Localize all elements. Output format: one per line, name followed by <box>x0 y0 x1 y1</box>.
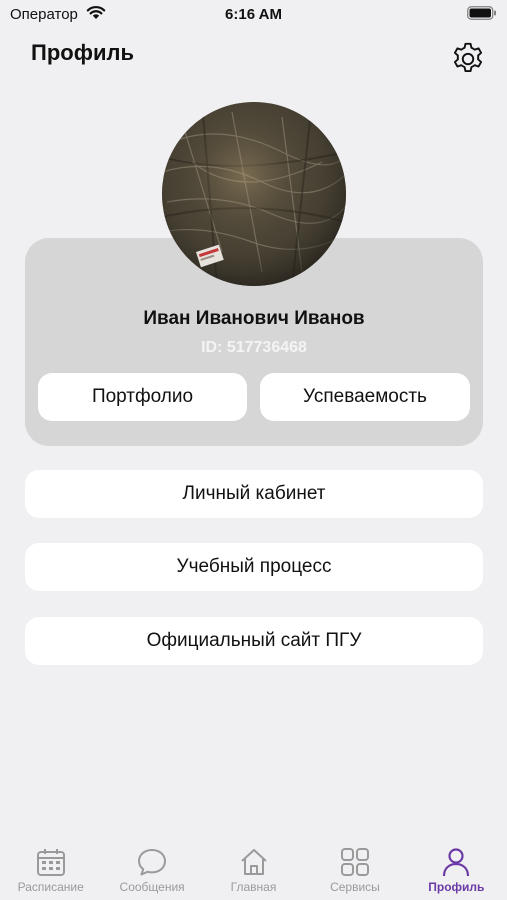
study-process-button[interactable]: Учебный процесс <box>25 543 483 591</box>
official-site-button[interactable]: Официальный сайт ПГУ <box>25 617 483 665</box>
portfolio-button[interactable]: Портфолио <box>38 373 247 421</box>
tab-label: Сервисы <box>330 880 380 894</box>
status-bar: Оператор 6:16 AM <box>0 0 507 30</box>
tab-label: Профиль <box>428 880 485 894</box>
calendar-icon <box>36 849 65 876</box>
chat-bubble-icon <box>138 849 167 876</box>
clock: 6:16 AM <box>225 6 282 23</box>
personal-account-button[interactable]: Личный кабинет <box>25 470 483 518</box>
avatar-photo <box>162 102 346 286</box>
tab-profile[interactable]: Профиль <box>406 840 507 900</box>
person-icon <box>443 848 470 877</box>
tab-messages[interactable]: Сообщения <box>101 840 202 900</box>
tab-services[interactable]: Сервисы <box>304 840 405 900</box>
battery-icon <box>467 6 496 20</box>
tab-label: Главная <box>230 880 277 894</box>
tab-label: Сообщения <box>119 880 185 894</box>
profile-screen: Оператор 6:16 AM Профиль Иван Иванович И… <box>0 0 507 900</box>
tab-label: Расписание <box>17 880 84 894</box>
gear-icon[interactable] <box>449 40 487 78</box>
services-grid-icon <box>340 848 369 876</box>
tab-home[interactable]: Главная <box>203 840 304 900</box>
tab-schedule[interactable]: Расписание <box>0 840 101 900</box>
performance-button[interactable]: Успеваемость <box>260 373 470 421</box>
tab-bar: Расписание Сообщения Главная Сервисы Про… <box>0 840 507 900</box>
avatar[interactable] <box>162 102 346 286</box>
home-icon <box>240 849 267 875</box>
page-title: Профиль <box>31 40 134 65</box>
user-id: ID: 517736468 <box>201 339 307 356</box>
user-full-name: Иван Иванович Иванов <box>143 308 365 329</box>
